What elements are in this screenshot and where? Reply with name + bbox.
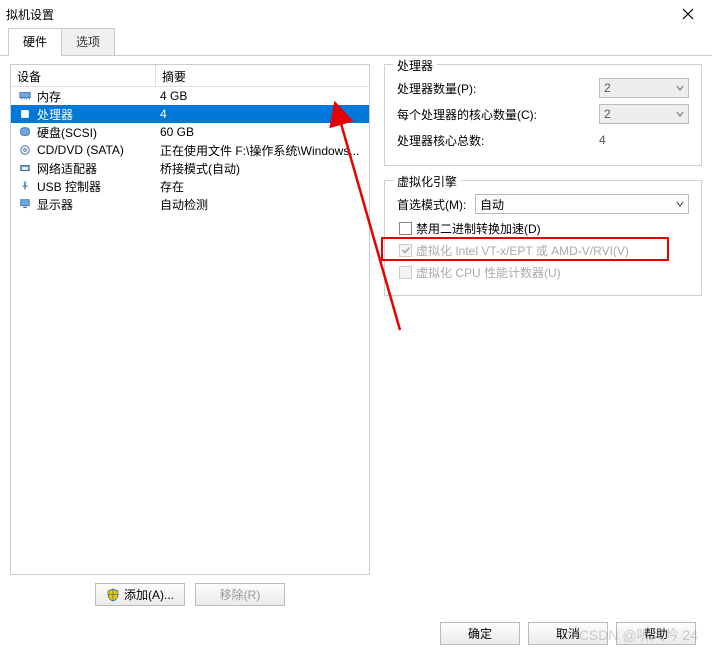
device-name: 处理器 [37, 106, 73, 123]
device-rows: 内存 4 GB 处理器 4 硬盘(SCSI) 60 GB CD/DVD (SAT… [11, 87, 369, 574]
add-button-label: 添加(A)... [124, 586, 174, 603]
chk-perf-label: 虚拟化 CPU 性能计数器(U) [416, 264, 561, 281]
device-name: 内存 [37, 88, 61, 105]
left-panel: 设备 摘要 内存 4 GB 处理器 4 硬盘(SCSI) 60 GB CD/DV… [10, 64, 370, 606]
device-cell: 内存 [13, 88, 156, 105]
cpu-icon [17, 107, 33, 121]
device-cell: 硬盘(SCSI) [13, 124, 156, 141]
memory-icon [17, 89, 33, 103]
total-cores-label: 处理器核心总数: [397, 132, 599, 149]
cores-per-select[interactable]: 2 [599, 104, 689, 124]
col-header-summary[interactable]: 摘要 [156, 65, 369, 86]
title-bar: 拟机设置 [0, 0, 712, 28]
remove-button: 移除(R) [195, 583, 285, 606]
total-cores-value: 4 [599, 133, 689, 147]
device-name: 显示器 [37, 196, 73, 213]
device-summary: 桥接模式(自动) [156, 160, 367, 177]
device-cell: 网络适配器 [13, 160, 156, 177]
processor-group-title: 处理器 [393, 57, 437, 74]
device-row-cpu[interactable]: 处理器 4 [11, 105, 369, 123]
nic-icon [17, 161, 33, 175]
num-processors-select[interactable]: 2 [599, 78, 689, 98]
dialog-footer: 确定 取消 帮助 [440, 622, 696, 645]
close-button[interactable] [668, 0, 708, 28]
chevron-down-icon [676, 197, 684, 211]
checkbox-unchecked-icon [399, 222, 412, 235]
processor-group: 处理器 处理器数量(P): 2 每个处理器的核心数量(C): 2 处理器核心总数… [384, 64, 702, 166]
remove-button-label: 移除(R) [220, 586, 261, 603]
pref-mode-label: 首选模式(M): [397, 196, 475, 213]
cores-per-value: 2 [604, 107, 611, 121]
pref-mode-select[interactable]: 自动 [475, 194, 689, 214]
device-row-memory[interactable]: 内存 4 GB [11, 87, 369, 105]
chevron-down-icon [676, 107, 684, 121]
virt-group-title: 虚拟化引擎 [393, 173, 461, 190]
num-processors-value: 2 [604, 81, 611, 95]
device-cell: 处理器 [13, 106, 156, 123]
checkbox-checked-icon [399, 244, 412, 257]
device-name: USB 控制器 [37, 178, 101, 195]
window-title: 拟机设置 [6, 6, 54, 23]
right-panel: 处理器 处理器数量(P): 2 每个处理器的核心数量(C): 2 处理器核心总数… [384, 64, 702, 606]
cancel-button[interactable]: 取消 [528, 622, 608, 645]
device-name: CD/DVD (SATA) [37, 143, 124, 157]
device-summary: 存在 [156, 178, 367, 195]
col-header-device[interactable]: 设备 [11, 65, 156, 86]
device-summary: 60 GB [156, 125, 367, 139]
chk-binary-label: 禁用二进制转换加速(D) [416, 220, 541, 237]
chk-vtx-row[interactable]: 虚拟化 Intel VT-x/EPT 或 AMD-V/RVI(V) [397, 239, 689, 261]
device-cell: CD/DVD (SATA) [13, 143, 156, 157]
tab-hardware[interactable]: 硬件 [8, 28, 62, 55]
num-processors-label: 处理器数量(P): [397, 80, 599, 97]
num-processors-row: 处理器数量(P): 2 [397, 75, 689, 101]
close-icon [682, 8, 694, 20]
cancel-button-label: 取消 [556, 625, 580, 642]
add-button[interactable]: 添加(A)... [95, 583, 185, 606]
device-cell: 显示器 [13, 196, 156, 213]
disk-icon [17, 125, 33, 139]
chk-perf-row[interactable]: 虚拟化 CPU 性能计数器(U) [397, 261, 689, 283]
checkbox-unchecked-icon [399, 266, 412, 279]
tab-options-label: 选项 [76, 35, 100, 49]
cores-per-label: 每个处理器的核心数量(C): [397, 106, 599, 123]
tab-bar: 硬件 选项 [0, 28, 712, 56]
device-row-nic[interactable]: 网络适配器 桥接模式(自动) [11, 159, 369, 177]
device-buttons: 添加(A)... 移除(R) [10, 583, 370, 606]
device-row-usb[interactable]: USB 控制器 存在 [11, 177, 369, 195]
device-name: 网络适配器 [37, 160, 97, 177]
chevron-down-icon [676, 81, 684, 95]
cd-icon [17, 143, 33, 157]
device-summary: 正在使用文件 F:\操作系统\Windows... [156, 142, 367, 159]
device-summary: 4 GB [156, 89, 367, 103]
help-button-label: 帮助 [644, 625, 668, 642]
display-icon [17, 197, 33, 211]
device-row-cd[interactable]: CD/DVD (SATA) 正在使用文件 F:\操作系统\Windows... [11, 141, 369, 159]
ok-button[interactable]: 确定 [440, 622, 520, 645]
virt-group: 虚拟化引擎 首选模式(M): 自动 禁用二进制转换加速(D) 虚拟化 Intel… [384, 180, 702, 296]
device-table: 设备 摘要 内存 4 GB 处理器 4 硬盘(SCSI) 60 GB CD/DV… [10, 64, 370, 575]
help-button[interactable]: 帮助 [616, 622, 696, 645]
device-name: 硬盘(SCSI) [37, 124, 97, 141]
cores-per-row: 每个处理器的核心数量(C): 2 [397, 101, 689, 127]
device-cell: USB 控制器 [13, 178, 156, 195]
usb-icon [17, 179, 33, 193]
content-area: 设备 摘要 内存 4 GB 处理器 4 硬盘(SCSI) 60 GB CD/DV… [0, 56, 712, 616]
tab-options[interactable]: 选项 [61, 28, 115, 55]
ok-button-label: 确定 [468, 625, 492, 642]
chk-binary-row[interactable]: 禁用二进制转换加速(D) [397, 217, 689, 239]
pref-mode-value: 自动 [480, 196, 504, 213]
table-header: 设备 摘要 [11, 65, 369, 87]
pref-mode-row: 首选模式(M): 自动 [397, 191, 689, 217]
shield-icon [106, 588, 120, 602]
tab-hardware-label: 硬件 [23, 35, 47, 49]
device-summary: 自动检测 [156, 196, 367, 213]
device-summary: 4 [156, 107, 367, 121]
total-cores-row: 处理器核心总数: 4 [397, 127, 689, 153]
device-row-disk[interactable]: 硬盘(SCSI) 60 GB [11, 123, 369, 141]
device-row-display[interactable]: 显示器 自动检测 [11, 195, 369, 213]
chk-vtx-label: 虚拟化 Intel VT-x/EPT 或 AMD-V/RVI(V) [416, 242, 629, 259]
